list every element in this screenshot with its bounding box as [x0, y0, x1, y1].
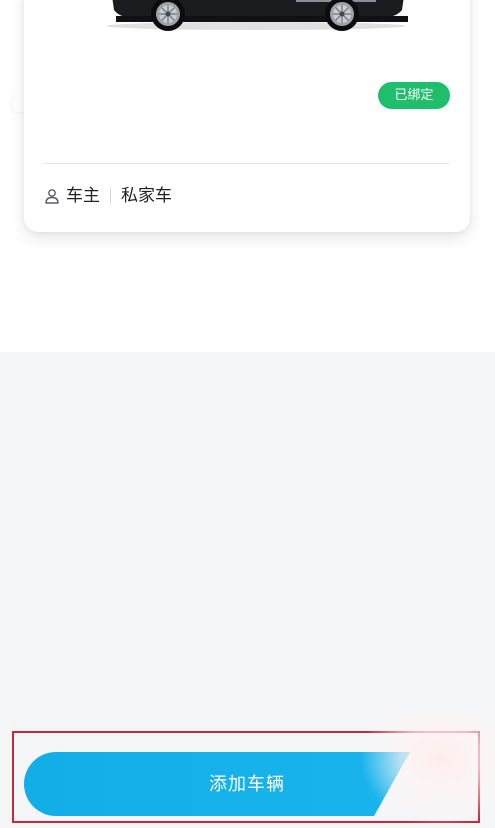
footer-separator: [110, 188, 111, 204]
status-badge: 已绑定: [378, 82, 450, 109]
card-footer: 车主 私家车: [44, 183, 172, 209]
add-vehicle-label: 添加车辆: [209, 774, 285, 794]
person-icon: [45, 189, 59, 204]
car-type-label: 私家车: [121, 186, 172, 206]
add-vehicle-button[interactable]: 添加车辆: [24, 752, 470, 816]
owner-label: 车主: [66, 186, 100, 206]
vehicle-card[interactable]: 已绑定 车主 私家车: [24, 0, 470, 232]
car-image: [106, 0, 408, 31]
card-divider: [44, 163, 450, 164]
